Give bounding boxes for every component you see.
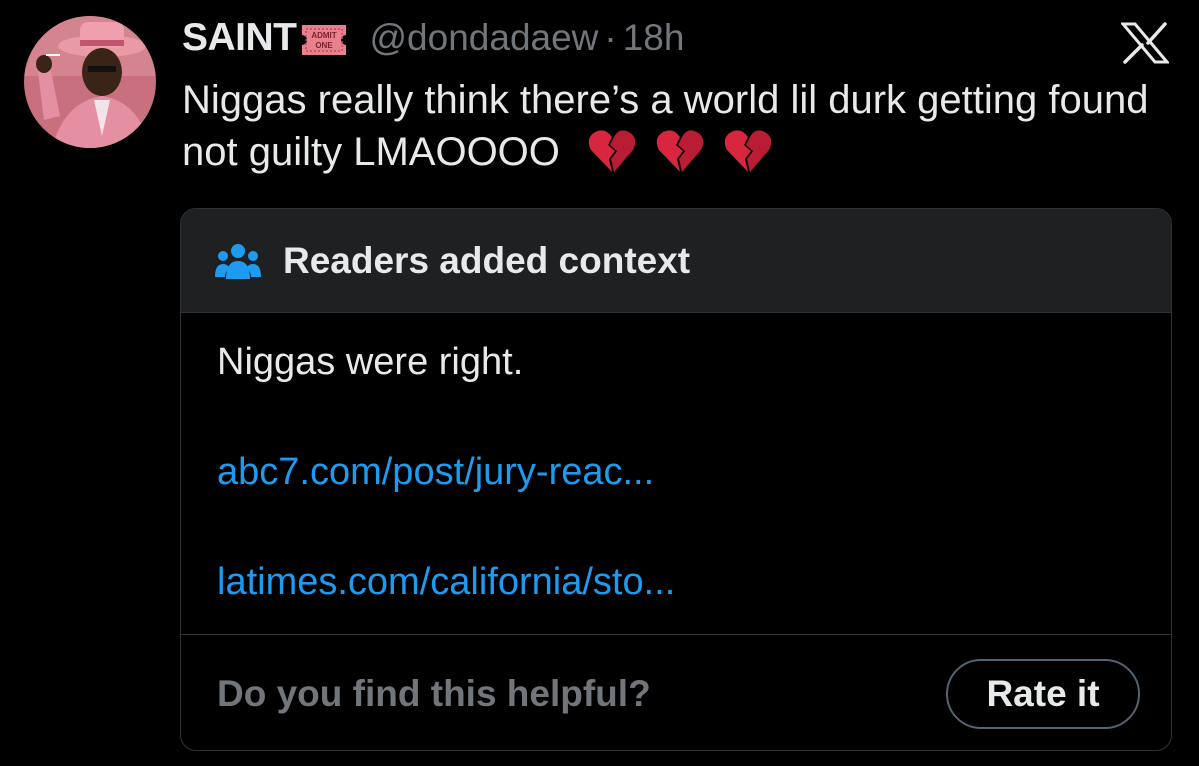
- ticket-badge-icon: ADMIT ONE: [300, 23, 348, 57]
- broken-heart-icon: [724, 130, 772, 173]
- community-note-header: Readers added context: [181, 209, 1171, 313]
- badge-line2: ONE: [315, 41, 333, 50]
- badge-line1: ADMIT: [311, 31, 336, 40]
- community-note-footer: Do you find this helpful? Rate it: [181, 634, 1171, 750]
- broken-heart-icon: [656, 130, 704, 173]
- emoji-group: [587, 128, 773, 174]
- x-logo-icon: [1119, 22, 1171, 64]
- rate-it-button[interactable]: Rate it: [946, 659, 1140, 729]
- community-note-card: Readers added context Niggas were right.…: [180, 208, 1172, 751]
- broken-heart-icon: [588, 130, 636, 173]
- people-icon: [215, 243, 261, 279]
- community-note-title: Readers added context: [283, 239, 691, 281]
- display-name[interactable]: SAINT: [182, 16, 297, 60]
- avatar-image: [24, 16, 156, 148]
- avatar[interactable]: [24, 16, 156, 148]
- helpful-prompt: Do you find this helpful?: [217, 673, 651, 714]
- community-note-body: Niggas were right.: [217, 341, 524, 383]
- tweet-text: Niggas really think there’s a world lil …: [182, 74, 1172, 178]
- tweet-header: SAINT ADMIT ONE @dondadaew · 18h: [182, 14, 684, 62]
- source-link-abc7[interactable]: abc7.com/post/jury-reac...: [217, 451, 654, 494]
- user-handle[interactable]: @dondadaew: [370, 17, 599, 59]
- timestamp[interactable]: 18h: [623, 17, 685, 59]
- separator-dot: ·: [604, 17, 617, 58]
- source-link-latimes[interactable]: latimes.com/california/sto...: [217, 561, 675, 604]
